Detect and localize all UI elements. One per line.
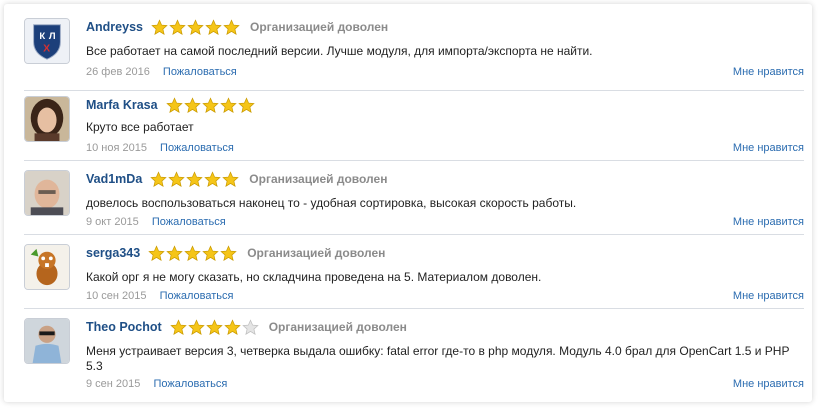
review-date: 9 сен 2015 [86, 378, 141, 390]
star-filled-icon [169, 318, 187, 335]
star-filled-icon [148, 244, 165, 261]
star-rating [165, 96, 255, 114]
star-filled-icon [183, 96, 201, 113]
svg-text:Л: Л [49, 31, 56, 42]
complain-link[interactable]: Пожаловаться [160, 290, 234, 302]
like-link[interactable]: Мне нравится [733, 66, 804, 78]
author-name[interactable]: Vad1mDa [86, 172, 142, 186]
svg-text:Х: Х [43, 43, 50, 55]
review-item: К Л Х Andreyss Организацией доволен Все … [24, 18, 804, 91]
star-filled-icon [219, 96, 237, 113]
review-text: Меня устраивает версия 3, четверка выдал… [86, 344, 790, 373]
star-rating [151, 18, 240, 36]
khl-logo-avatar[interactable]: К Л Х [24, 18, 70, 64]
status-label: Организацией доволен [247, 246, 386, 260]
complain-link[interactable]: Пожаловаться [152, 216, 226, 228]
star-rating [169, 318, 259, 336]
star-filled-icon [223, 318, 241, 335]
star-filled-icon [166, 244, 183, 261]
star-filled-icon [187, 318, 205, 335]
star-filled-icon [205, 318, 223, 335]
svg-text:К: К [39, 31, 45, 42]
complain-link[interactable]: Пожаловаться [160, 142, 234, 154]
author-name[interactable]: Marfa Krasa [86, 98, 158, 112]
star-filled-icon [220, 244, 237, 261]
status-label: Организацией доволен [268, 320, 407, 334]
review-item: Theo Pochot Организацией доволен Меня ус… [24, 318, 804, 396]
star-filled-icon [151, 18, 168, 35]
review-text: довелось воспользоваться наконец то - уд… [86, 196, 577, 210]
star-filled-icon [150, 170, 168, 187]
complain-link[interactable]: Пожаловаться [163, 66, 237, 78]
review-text: Круто все работает [86, 120, 194, 134]
review-date: 9 окт 2015 [86, 216, 139, 228]
man-photo-avatar[interactable] [24, 170, 70, 216]
star-filled-icon [204, 170, 222, 187]
reviews-panel: К Л Х Andreyss Организацией доволен Все … [4, 4, 812, 402]
star-filled-icon [169, 18, 186, 35]
review-text: Какой орг я не могу сказать, но складчин… [86, 270, 542, 284]
star-filled-icon [205, 18, 222, 35]
like-link[interactable]: Мне нравится [733, 290, 804, 302]
review-text: Все работает на самой последний версии. … [86, 44, 593, 58]
review-item: serga343 Организацией доволен Какой орг … [24, 244, 804, 309]
complain-link[interactable]: Пожаловаться [153, 378, 227, 390]
star-filled-icon [223, 18, 240, 35]
status-label: Организацией доволен [249, 20, 389, 34]
star-filled-icon [184, 244, 201, 261]
author-name[interactable]: serga343 [86, 246, 140, 260]
star-filled-icon [187, 18, 204, 35]
star-empty-icon [241, 318, 259, 335]
star-filled-icon [186, 170, 204, 187]
review-date: 10 ноя 2015 [86, 142, 147, 154]
star-rating [148, 244, 237, 262]
star-filled-icon [237, 96, 255, 113]
review-item: Marfa Krasa Круто все работает 10 ноя 20… [24, 96, 804, 161]
man-sunglasses-avatar[interactable] [24, 318, 70, 364]
status-label: Организацией доволен [249, 172, 388, 186]
like-link[interactable]: Мне нравится [733, 216, 804, 228]
star-filled-icon [202, 244, 219, 261]
star-filled-icon [201, 96, 219, 113]
review-date: 26 фев 2016 [86, 66, 150, 78]
author-name[interactable]: Andreyss [86, 20, 143, 34]
author-name[interactable]: Theo Pochot [86, 320, 162, 334]
woman-photo-avatar[interactable] [24, 96, 70, 142]
like-link[interactable]: Мне нравится [733, 378, 804, 390]
review-date: 10 сен 2015 [86, 290, 147, 302]
star-filled-icon [222, 170, 240, 187]
star-filled-icon [168, 170, 186, 187]
like-link[interactable]: Мне нравится [733, 142, 804, 154]
star-rating [150, 170, 240, 188]
beaver-cartoon-avatar[interactable] [24, 244, 70, 290]
review-item: Vad1mDa Организацией доволен довелось во… [24, 170, 804, 235]
star-filled-icon [165, 96, 183, 113]
